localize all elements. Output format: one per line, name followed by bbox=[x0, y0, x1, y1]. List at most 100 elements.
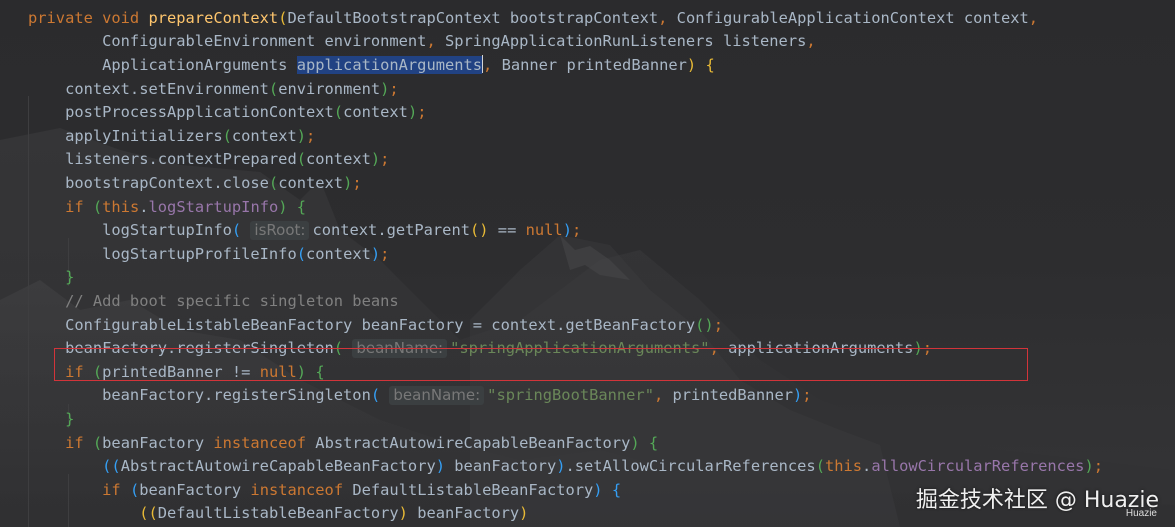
code-line[interactable]: // Add boot specific singleton beans bbox=[28, 290, 399, 314]
code-line[interactable]: applyInitializers(context); bbox=[28, 125, 315, 149]
code-token: private void bbox=[28, 8, 149, 27]
code-token: DefaultListableBeanFactory bbox=[157, 504, 399, 523]
code-token: ; bbox=[713, 315, 723, 334]
code-token: { bbox=[648, 433, 659, 452]
code-token: { bbox=[705, 55, 715, 74]
code-token: ( bbox=[815, 457, 825, 476]
code-token: ; bbox=[802, 386, 812, 405]
code-token: this bbox=[102, 197, 140, 216]
code-token: allowCircularReferences bbox=[871, 457, 1085, 476]
code-token: context.getParent bbox=[312, 221, 470, 240]
code-line[interactable]: ConfigurableListableBeanFactory beanFact… bbox=[28, 314, 723, 338]
code-line[interactable]: if (this.logStartupInfo) { bbox=[28, 196, 306, 220]
code-token: beanFactory bbox=[454, 457, 557, 476]
code-token: context bbox=[231, 126, 297, 145]
code-token: listeners.contextPrepared bbox=[28, 150, 297, 169]
code-line[interactable]: ((DefaultListableBeanFactory) beanFactor… bbox=[28, 502, 528, 526]
code-token: ( bbox=[129, 480, 140, 499]
code-token: instanceof bbox=[250, 480, 353, 499]
code-token: ) bbox=[435, 457, 455, 476]
code-token: logStartupInfo bbox=[148, 197, 279, 216]
code-token: context bbox=[343, 103, 408, 122]
code-token: ( bbox=[231, 221, 242, 240]
code-line[interactable]: context.setEnvironment(environment); bbox=[28, 78, 399, 102]
code-token: ) bbox=[407, 103, 418, 122]
code-token: beanFactory bbox=[102, 433, 214, 452]
code-token: ; bbox=[380, 150, 390, 169]
code-line[interactable]: postProcessApplicationContext(context); bbox=[28, 101, 426, 125]
code-token: ( bbox=[296, 244, 306, 263]
code-token: ( bbox=[222, 126, 232, 145]
code-token: beanFactory bbox=[417, 504, 520, 523]
code-token: // Add boot specific singleton beans bbox=[28, 291, 399, 310]
code-token: AbstractAutowireCapableBeanFactory bbox=[120, 457, 436, 476]
code-token: , bbox=[658, 8, 677, 27]
watermark: 掘金技术社区 @ Huazie bbox=[915, 488, 1159, 513]
code-token: ( bbox=[370, 386, 381, 405]
code-token: prepareContext bbox=[148, 8, 279, 27]
code-token: ; bbox=[571, 221, 582, 240]
parameter-hint: beanName: bbox=[389, 386, 485, 406]
code-token: instanceof bbox=[213, 433, 316, 452]
code-token: ) bbox=[398, 504, 418, 523]
code-editor[interactable]: private void prepareContext ( DefaultBoots… bbox=[0, 0, 1175, 527]
code-token: null bbox=[525, 221, 563, 240]
code-line[interactable]: logStartupProfileInfo(context); bbox=[28, 243, 389, 267]
code-token: ) bbox=[792, 386, 803, 405]
code-token: Banner printedBanner bbox=[501, 55, 687, 74]
code-line[interactable]: if (beanFactory instanceof DefaultListab… bbox=[28, 479, 621, 503]
code-token: applyInitializers bbox=[28, 126, 223, 145]
code-line[interactable]: listeners.contextPrepared(context); bbox=[28, 148, 389, 172]
code-token: if bbox=[28, 480, 130, 499]
code-line[interactable]: ApplicationArguments applicationArgument… bbox=[28, 54, 715, 78]
code-token: . bbox=[862, 457, 872, 476]
code-token: this bbox=[824, 457, 863, 476]
code-token: { bbox=[296, 197, 307, 216]
code-token: () bbox=[469, 221, 489, 240]
watermark-sub: Huazie bbox=[1125, 508, 1157, 519]
code-token: SpringApplicationRunListeners listeners bbox=[444, 32, 807, 51]
code-token: ) bbox=[343, 173, 353, 192]
code-token: beanFactory bbox=[139, 480, 251, 499]
code-token: , bbox=[426, 32, 445, 51]
code-token: (( bbox=[139, 504, 158, 523]
code-line[interactable]: } bbox=[28, 408, 74, 432]
code-token: ConfigurableEnvironment environment bbox=[28, 32, 427, 51]
code-line[interactable]: private void prepareContext(DefaultBoots… bbox=[28, 7, 1038, 31]
code-token: .setAllowCircularReferences bbox=[565, 457, 816, 476]
code-token: context bbox=[306, 244, 371, 263]
code-token: ) bbox=[370, 244, 381, 263]
code-line[interactable]: logStartupInfo( isRoot: context.getParent… bbox=[28, 219, 581, 243]
code-token: ) bbox=[593, 480, 612, 499]
code-token: ; bbox=[1093, 457, 1104, 476]
code-token: DefaultBootstrapContext bootstrapContext bbox=[287, 8, 659, 27]
code-token: ApplicationArguments bbox=[28, 55, 297, 74]
code-token: ) bbox=[519, 504, 529, 523]
code-token: applicationArguments bbox=[296, 55, 483, 74]
code-token: ( bbox=[268, 79, 279, 98]
code-token: ; bbox=[380, 244, 390, 263]
code-line[interactable]: if (beanFactory instanceof AbstractAutow… bbox=[28, 432, 658, 456]
code-token: ( bbox=[92, 433, 103, 452]
code-token: context bbox=[306, 150, 371, 169]
code-token: ; bbox=[389, 79, 399, 98]
code-token: ConfigurableApplicationContext context bbox=[676, 8, 1029, 27]
code-token: printedBanner bbox=[672, 386, 793, 405]
code-line[interactable]: bootstrapContext.close(context); bbox=[28, 172, 362, 196]
code-token: bootstrapContext.close bbox=[28, 173, 269, 192]
code-token: ) bbox=[370, 150, 381, 169]
code-token: , bbox=[483, 55, 502, 74]
code-token: if bbox=[28, 197, 93, 216]
code-token: ( bbox=[268, 173, 279, 192]
code-line[interactable]: } bbox=[28, 266, 74, 290]
code-token: . bbox=[139, 197, 149, 216]
code-token: () bbox=[695, 315, 714, 334]
code-line[interactable]: ((AbstractAutowireCapableBeanFactory) be… bbox=[28, 455, 1103, 479]
code-line[interactable]: ConfigurableEnvironment environment, Spr… bbox=[28, 30, 816, 54]
code-line[interactable]: beanFactory.registerSingleton( beanName:… bbox=[28, 384, 812, 408]
code-token: ) bbox=[1084, 457, 1094, 476]
code-token: DefaultListableBeanFactory bbox=[352, 480, 594, 499]
